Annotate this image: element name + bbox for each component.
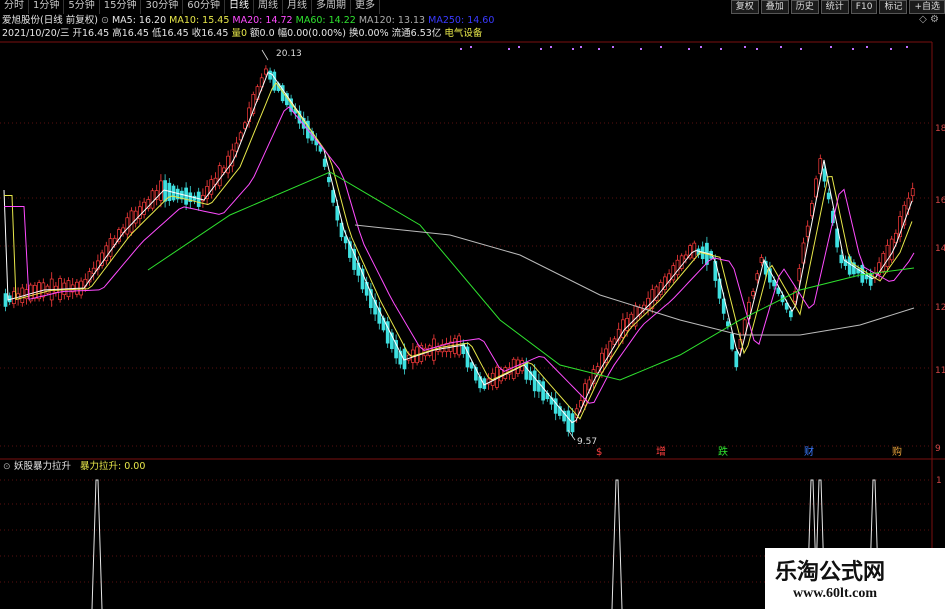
axis-tick-11: 11	[935, 366, 945, 376]
indicator-spikes	[91, 479, 880, 609]
signal-label-zeng: 增	[656, 445, 666, 458]
candle	[264, 68, 268, 75]
candle	[226, 155, 230, 174]
candle	[810, 203, 814, 217]
chart-grid	[0, 41, 945, 609]
candle	[860, 264, 865, 283]
signal-label-gou: 购	[892, 445, 902, 458]
candle	[566, 410, 571, 432]
axis-tick-16: 16	[935, 196, 945, 206]
signal-dot	[612, 46, 614, 48]
high-price-label: 20.13	[276, 49, 302, 59]
signal-dot	[852, 48, 854, 50]
candle	[268, 70, 272, 80]
candle	[327, 176, 331, 183]
candle	[541, 381, 545, 401]
signal-dot	[508, 48, 510, 50]
candle	[553, 398, 558, 414]
indicator-spike	[611, 479, 623, 609]
candle	[759, 257, 764, 263]
signal-label-cai: 财	[804, 445, 814, 458]
candle	[889, 238, 894, 261]
candle	[322, 158, 327, 167]
ind-axis-1: 1	[936, 476, 942, 486]
candle	[751, 291, 755, 297]
signal-dot	[890, 48, 892, 50]
signal-dot	[688, 48, 690, 50]
signal-dot	[660, 46, 662, 48]
signal-dot	[906, 46, 908, 48]
moving-averages	[3, 49, 915, 441]
signal-label-dollar: $	[596, 447, 602, 458]
candle	[726, 321, 730, 327]
candle	[217, 165, 222, 187]
candle	[524, 361, 529, 380]
high-marker	[261, 49, 269, 61]
indicator-title: 妖股暴力拉升	[14, 460, 72, 472]
indicator-value: 暴力拉升: 0.00	[80, 460, 145, 472]
signal-dot	[540, 48, 542, 50]
kline-chart[interactable]: 20.13 9.57 $ 增 跌 财 购 妖股暴力拉升 暴力拉升: 0.00 ⊙…	[0, 0, 945, 609]
candlesticks	[3, 65, 915, 438]
signal-dot	[550, 46, 552, 48]
candle	[532, 370, 537, 392]
candle	[150, 190, 155, 209]
signal-dot	[572, 48, 574, 50]
candle	[734, 351, 739, 368]
signal-dots	[460, 46, 908, 50]
candle	[159, 180, 163, 201]
candle	[755, 273, 760, 281]
candle	[243, 122, 247, 129]
watermark-url: www.60lt.com	[793, 586, 877, 601]
candle	[129, 210, 134, 233]
signal-dot	[800, 48, 802, 50]
signal-dot	[518, 46, 520, 48]
axis-tick-9: 9	[935, 444, 941, 454]
watermark: 乐淘公式网 www.60lt.com	[765, 548, 945, 609]
ma20-line	[4, 106, 915, 404]
candle	[822, 168, 827, 182]
candle	[839, 254, 844, 264]
signal-label-die: 跌	[718, 445, 728, 458]
indicator-spike	[91, 479, 103, 609]
signal-dot	[580, 46, 582, 48]
signal-dot	[460, 48, 462, 50]
candle	[108, 238, 113, 257]
candle	[797, 268, 802, 282]
signal-dot	[470, 46, 472, 48]
watermark-title: 乐淘公式网	[775, 559, 886, 585]
signal-dot	[756, 48, 758, 50]
signal-dot	[700, 46, 702, 48]
indicator-icon[interactable]: ⊙	[3, 462, 11, 472]
candle	[910, 188, 915, 197]
ma5-line	[3, 71, 913, 424]
candle	[805, 225, 810, 237]
candle	[885, 244, 890, 268]
signal-dot	[830, 46, 832, 48]
candle	[125, 217, 130, 235]
axis-tick-14: 14	[935, 244, 945, 254]
candle	[621, 319, 625, 338]
candle	[650, 289, 655, 309]
signal-dot	[780, 46, 782, 48]
low-price-label: 9.57	[577, 437, 597, 447]
signal-dot	[598, 48, 600, 50]
signal-dot	[744, 46, 746, 48]
axis-tick-18: 18	[935, 124, 945, 134]
candle	[3, 293, 8, 307]
candle	[826, 192, 831, 200]
axis-tick-12: 12	[935, 303, 945, 313]
signal-dot	[640, 48, 642, 50]
signal-dot	[866, 46, 868, 48]
signal-dot	[720, 48, 722, 50]
